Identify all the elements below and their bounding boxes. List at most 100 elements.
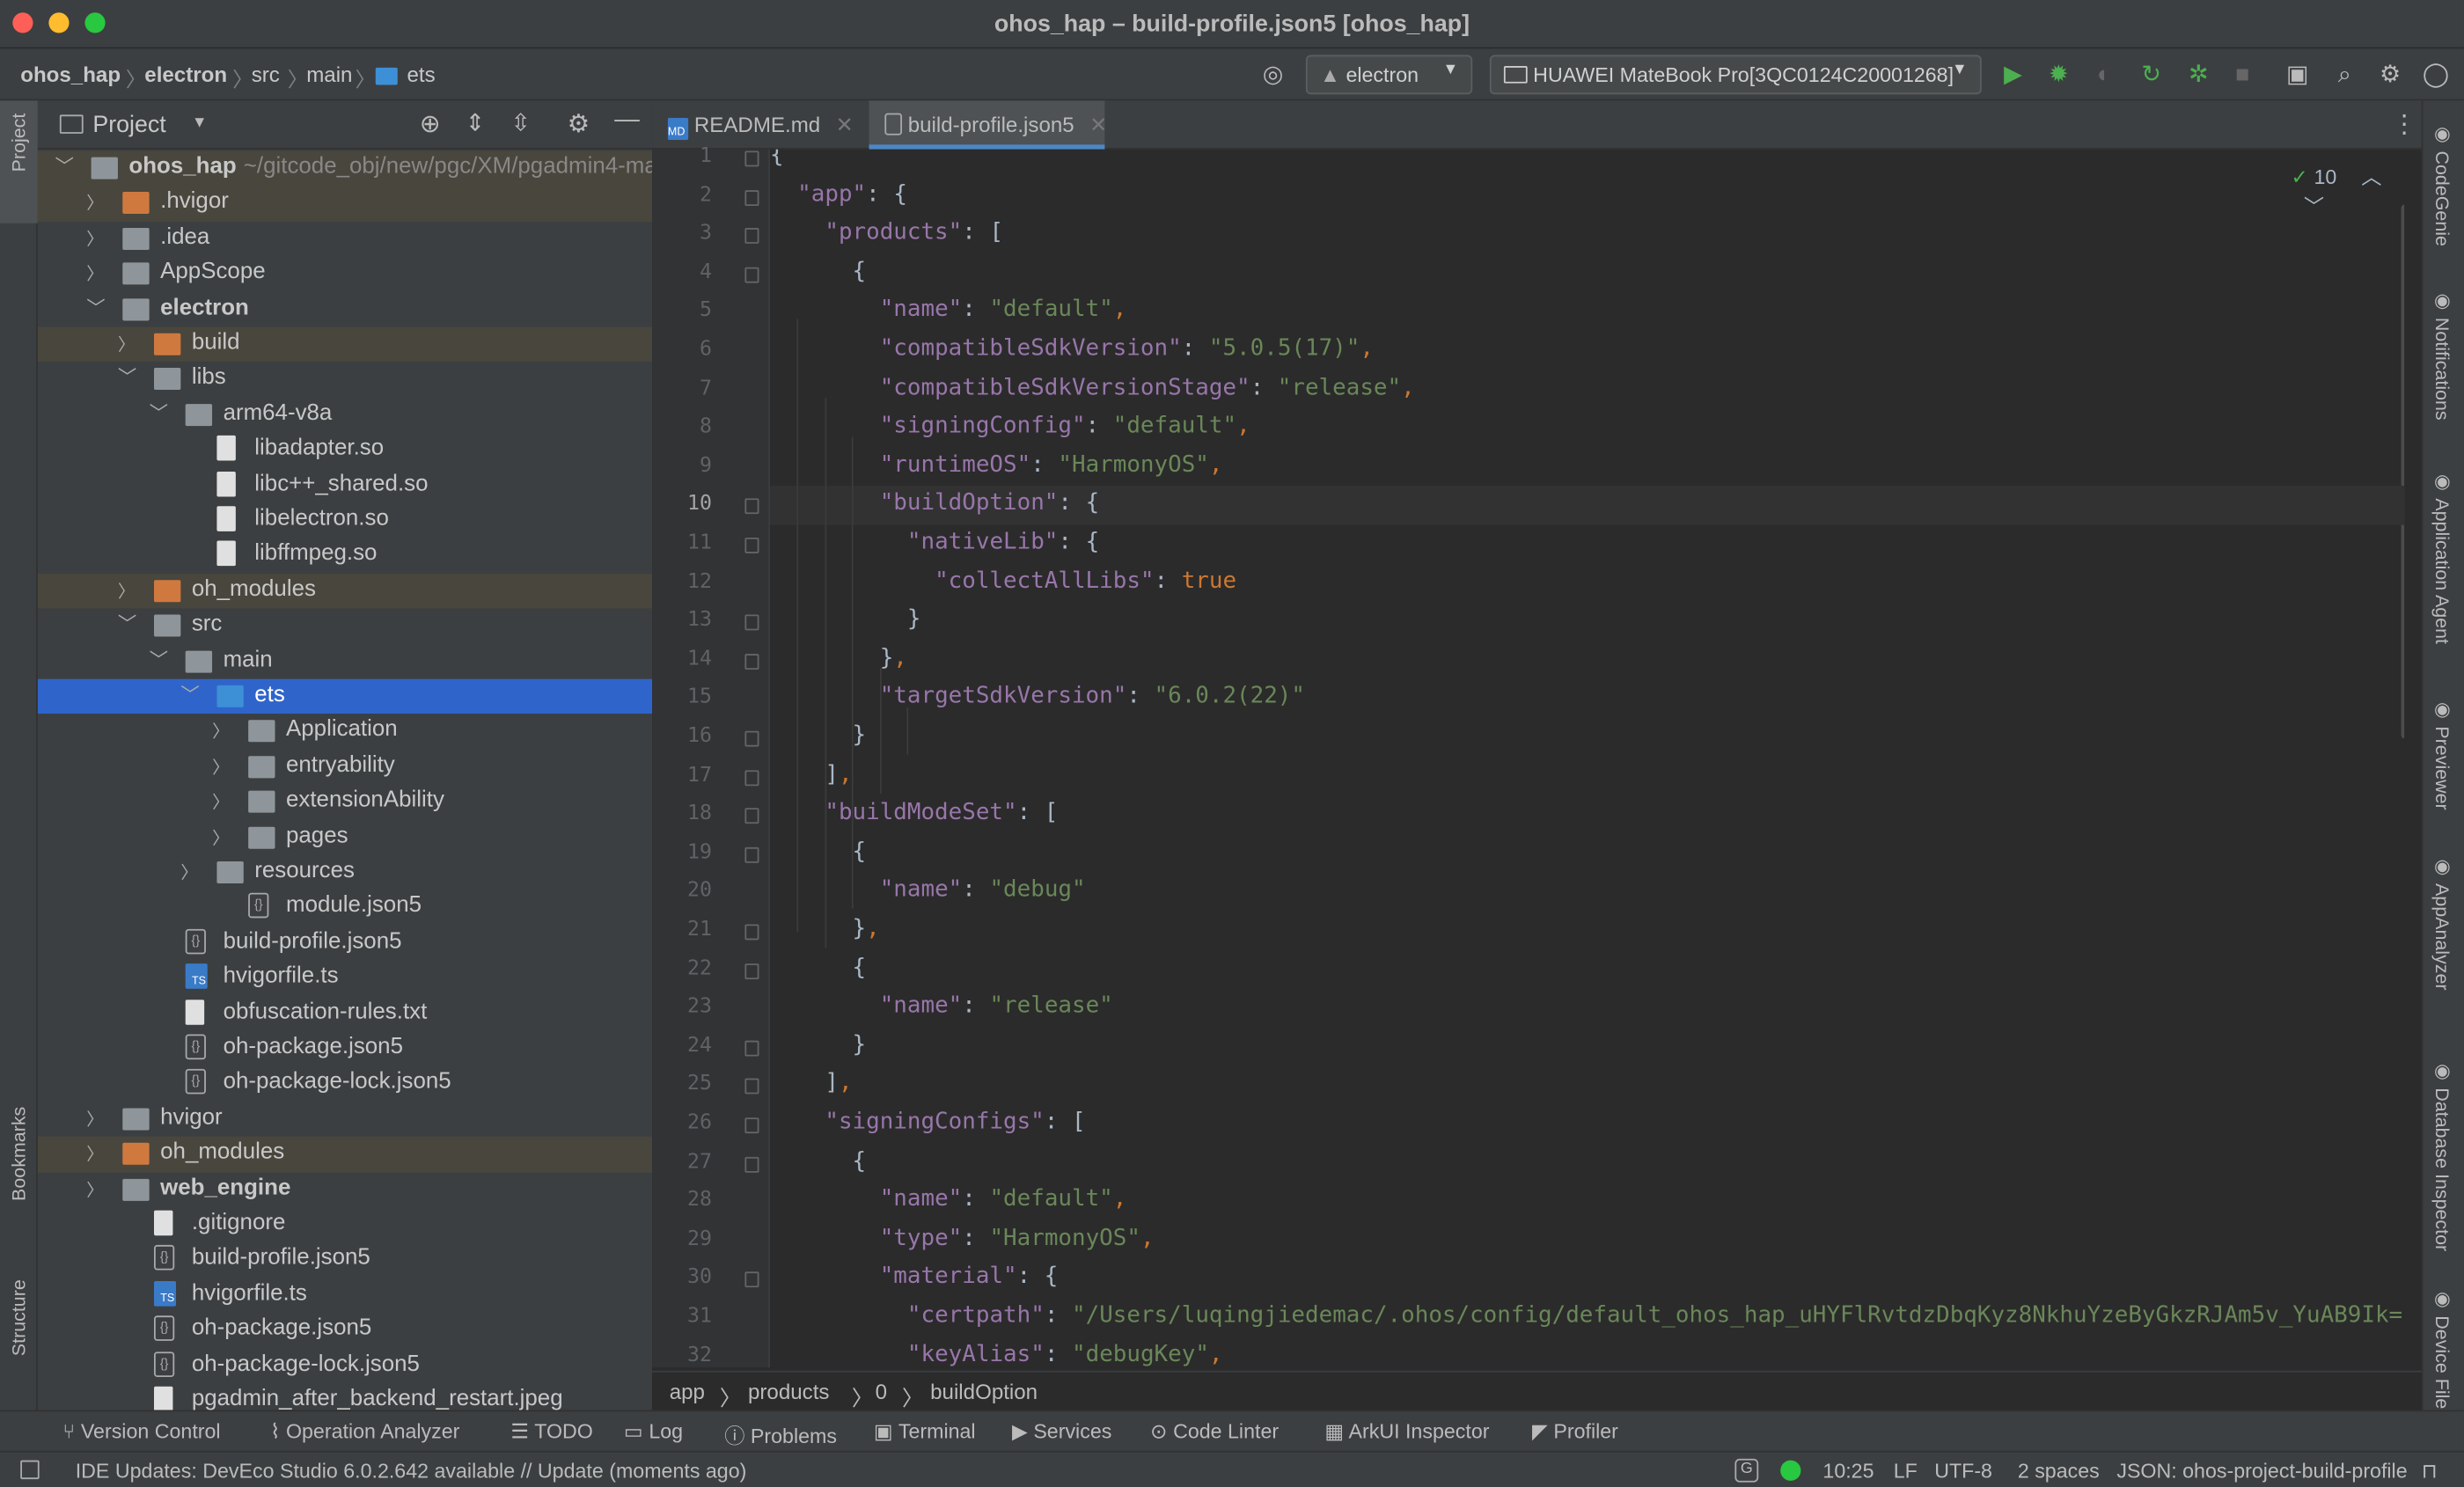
gear-icon[interactable]: ⚙: [568, 108, 590, 140]
select-opened-file-icon[interactable]: ⊕: [420, 108, 441, 140]
nav-crumb-module[interactable]: electron: [144, 62, 227, 86]
tree-item[interactable]: ﹀ ets: [37, 678, 653, 714]
collapse-arrow-icon[interactable]: 〉: [180, 860, 198, 885]
tree-item[interactable]: {} oh-package-lock.json5: [38, 1066, 652, 1102]
tool-todo[interactable]: ☰ TODO: [510, 1419, 593, 1445]
collapse-arrow-icon[interactable]: 〉: [212, 719, 230, 744]
expand-arrow-icon[interactable]: ﹀: [118, 610, 136, 636]
module-select[interactable]: ▲ electron ▼: [1305, 55, 1473, 95]
fold-marker-icon[interactable]: [744, 846, 759, 863]
chevron-down-icon[interactable]: ▼: [192, 114, 208, 132]
tree-item[interactable]: TS hvigorfile.ts: [38, 1278, 652, 1313]
tab-readme[interactable]: MD README.md ✕: [652, 100, 866, 149]
tree-item[interactable]: ﹀ electron: [38, 292, 652, 327]
tree-item[interactable]: {} oh-package.json5: [38, 1031, 652, 1066]
tree-item[interactable]: .gitignore: [38, 1207, 652, 1242]
breadcrumb-app[interactable]: app: [670, 1381, 705, 1404]
right-tool-tab[interactable]: Notifications: [2431, 318, 2453, 421]
right-tool-tab[interactable]: Previewer: [2431, 726, 2453, 809]
profile-icon[interactable]: ✲: [2182, 60, 2214, 92]
tree-item[interactable]: ﹀ main: [38, 644, 652, 679]
fold-marker-icon[interactable]: [744, 228, 759, 245]
nav-crumb-main[interactable]: main: [306, 62, 352, 86]
breadcrumb-products[interactable]: products: [748, 1381, 829, 1404]
fold-marker-icon[interactable]: [744, 963, 759, 979]
structure-tool-tab[interactable]: Structure: [8, 1279, 30, 1356]
tree-item[interactable]: libelectron.so: [38, 503, 652, 538]
fold-marker-icon[interactable]: [744, 537, 759, 553]
right-tool-tab[interactable]: Application Agent: [2431, 498, 2453, 644]
expand-all-icon[interactable]: ⇕: [466, 108, 485, 136]
fold-marker-icon[interactable]: [744, 808, 759, 824]
expand-arrow-icon[interactable]: ﹀: [150, 646, 168, 672]
code-editor[interactable]: ✓ 10 ︿ ﹀ { "app": { "products": [ { "nam…: [769, 149, 2405, 1368]
fold-marker-icon[interactable]: [744, 1117, 759, 1134]
device-select[interactable]: HUAWEI MateBook Pro[3QC0124C20001268] ▼: [1489, 55, 1982, 95]
collapse-arrow-icon[interactable]: 〉: [86, 191, 104, 216]
tree-item[interactable]: 〉 entryability: [38, 750, 652, 785]
collapse-arrow-icon[interactable]: 〉: [118, 332, 136, 357]
previous-highlight-icon[interactable]: ︿: [2361, 165, 2381, 189]
right-tool-tab[interactable]: AppAnalyzer: [2431, 883, 2453, 991]
fold-marker-icon[interactable]: [744, 1040, 759, 1057]
tree-item[interactable]: obfuscation-rules.txt: [38, 996, 652, 1031]
collapse-arrow-icon[interactable]: 〉: [86, 1141, 104, 1167]
nav-crumb-project[interactable]: ohos_hap: [20, 62, 121, 86]
expand-arrow-icon[interactable]: ﹀: [180, 681, 199, 707]
close-tab-icon[interactable]: ✕: [836, 114, 854, 137]
tree-item[interactable]: 〉 extensionAbility: [38, 785, 652, 820]
expand-arrow-icon[interactable]: ﹀: [118, 363, 136, 390]
collapse-arrow-icon[interactable]: 〉: [212, 824, 230, 850]
fold-marker-icon[interactable]: [744, 499, 759, 515]
codegenie-status-icon[interactable]: G: [1734, 1458, 1759, 1483]
close-tab-icon[interactable]: ✕: [1089, 114, 1107, 137]
tab-build-profile[interactable]: build-profile.json5 ✕: [869, 100, 1107, 150]
tool-profiler[interactable]: ◤ Profiler: [1532, 1419, 1618, 1445]
fold-marker-icon[interactable]: [744, 614, 759, 631]
collapse-arrow-icon[interactable]: 〉: [86, 261, 104, 287]
tool-terminal[interactable]: ▣ Terminal: [874, 1419, 976, 1445]
tool-operation-analyzer[interactable]: ⌇ Operation Analyzer: [270, 1419, 459, 1445]
collapse-arrow-icon[interactable]: 〉: [86, 1176, 104, 1202]
breadcrumb-index[interactable]: 0: [876, 1381, 887, 1404]
fold-marker-icon[interactable]: [744, 150, 759, 167]
collapse-arrow-icon[interactable]: 〉: [118, 578, 136, 604]
status-message[interactable]: IDE Updates: DevEco Studio 6.0.2.642 ava…: [76, 1459, 747, 1483]
lock-icon[interactable]: ⊓: [2422, 1459, 2438, 1484]
tree-item[interactable]: 〉 .hvigor: [37, 186, 653, 222]
tool-services[interactable]: ▶ Services: [1012, 1419, 1111, 1445]
tree-item[interactable]: ﹀ libs: [38, 363, 652, 398]
caret-position[interactable]: 10:25: [1822, 1459, 1874, 1483]
search-icon[interactable]: ⌕: [2328, 60, 2360, 92]
tree-item[interactable]: libc++_shared.so: [38, 468, 652, 503]
tool-log[interactable]: ▭ Log: [624, 1419, 683, 1445]
collapse-arrow-icon[interactable]: 〉: [86, 226, 104, 252]
file-encoding[interactable]: UTF-8: [1934, 1459, 1992, 1483]
toggle-tool-windows-icon[interactable]: [20, 1460, 40, 1480]
project-structure-icon[interactable]: ▣: [2282, 60, 2314, 92]
tree-item[interactable]: 〉 build: [37, 326, 653, 363]
apply-changes-icon[interactable]: ↻: [2136, 60, 2167, 92]
project-tool-tab[interactable]: Project: [0, 100, 38, 223]
tree-item[interactable]: 〉 hvigor: [38, 1102, 652, 1137]
tool-code-linter[interactable]: ⊙ Code Linter: [1150, 1419, 1279, 1445]
next-highlight-icon[interactable]: ﹀: [2304, 195, 2324, 219]
debug-icon[interactable]: ✹: [2042, 60, 2074, 92]
project-panel-title[interactable]: Project: [92, 112, 165, 138]
tree-item[interactable]: {} module.json5: [38, 890, 652, 926]
fold-marker-icon[interactable]: [744, 730, 759, 747]
vertical-scrollbar[interactable]: [2401, 204, 2405, 739]
collapse-arrow-icon[interactable]: 〉: [212, 754, 230, 780]
tree-item[interactable]: {} build-profile.json5: [38, 926, 652, 961]
right-tool-tab[interactable]: CodeGenie: [2431, 151, 2453, 246]
expand-arrow-icon[interactable]: ﹀: [86, 293, 105, 319]
settings-gear-icon[interactable]: ⚙: [2374, 60, 2406, 92]
fold-marker-icon[interactable]: [744, 1156, 759, 1173]
tree-item[interactable]: TS hvigorfile.ts: [38, 961, 652, 996]
tree-item[interactable]: 〉 Application: [38, 714, 652, 750]
account-icon[interactable]: ◯: [2420, 60, 2452, 92]
tree-item[interactable]: ﹀ ohos_hap ~/gitcode_obj/new/pgc/XM/pgadmi…: [37, 150, 653, 187]
tree-item[interactable]: {} oh-package.json5: [38, 1313, 652, 1348]
more-actions-icon[interactable]: ⋮: [2392, 108, 2417, 140]
tree-item[interactable]: pgadmin_after_backend_restart.jpeg: [38, 1383, 652, 1410]
